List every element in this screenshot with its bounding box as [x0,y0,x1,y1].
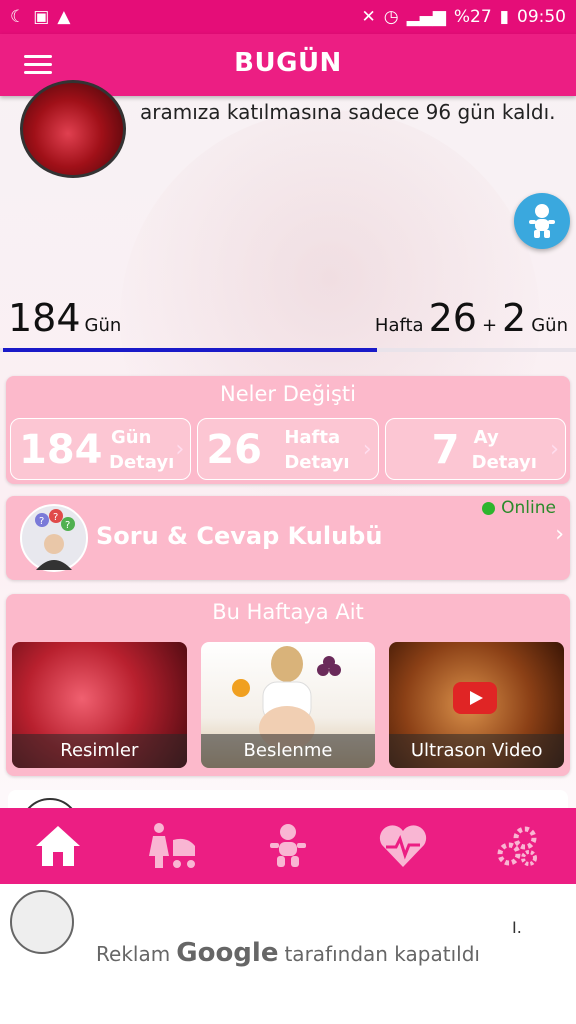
heart-pulse-icon [380,825,427,867]
extra-days-unit: Gün [531,315,568,336]
online-dot-icon [482,501,496,515]
clock: 09:50 [517,7,566,27]
chevron-right-icon: › [175,437,185,462]
plus-sign: + [481,315,498,336]
pregnancy-progress-bar [3,348,377,352]
detail-unit: Hafta [284,427,341,448]
detail-number: 184 [19,427,103,473]
fetus-image [20,80,126,178]
chevron-right-icon: › [555,522,564,547]
status-bar: ☾ ▣ ▲ ✕ ◷ ▂▄▆ %27 ▮ 09:50 [0,0,576,34]
day-counter: 184 Gün [8,296,121,340]
week-value: 26 [428,296,477,340]
page-title: BUGÜN [234,48,342,78]
moon-icon: ☾ [10,7,26,27]
detail-label: Detayı [284,452,350,473]
detail-number: 7 [431,427,460,473]
month-detail-button[interactable]: 7 Ay Detayı › [384,418,566,480]
detail-label: Detayı [471,452,537,473]
changes-card: Neler Değişti 184 Gün Detayı › 26 Hafta … [6,376,570,484]
ad-closed-text: Reklam Google tarafından kapatıldı [96,938,480,968]
bottom-navigation [0,808,576,884]
week-detail-button[interactable]: 26 Hafta Detayı › [197,418,379,480]
detail-unit: Ay [473,427,499,448]
baby-fab-button[interactable] [514,193,570,249]
baby-icon [269,824,306,867]
svg-text:?: ? [39,516,44,527]
battery-icon: ▮ [499,7,509,27]
week-section-title: Bu Haftaya Ait [212,600,364,624]
chevron-right-icon: › [550,437,559,462]
nav-home[interactable] [18,816,98,876]
week-counter: Hafta 26 + 2 Gün [375,296,568,340]
svg-text:?: ? [53,512,58,523]
mute-icon: ✕ [361,7,376,27]
chevron-right-icon: › [362,437,372,462]
days-value: 184 [8,296,81,340]
nav-baby[interactable] [248,816,328,876]
detail-number: 26 [206,427,262,473]
detail-unit: Gün [111,427,152,448]
tile-label: Resimler [12,734,187,768]
nav-mother[interactable] [133,816,213,876]
week-prefix: Hafta [374,315,424,336]
nutrition-tile[interactable]: Beslenme [200,642,376,768]
play-icon [453,682,498,714]
signal-icon: ▂▄▆ [406,7,446,27]
detail-label: Detayı [109,452,175,473]
warning-icon: ▲ [57,7,71,27]
day-detail-button[interactable]: 184 Gün Detayı › [10,418,192,480]
qa-title: Soru & Cevap Kulubü [96,522,383,550]
pictures-tile[interactable]: Resimler [12,642,187,768]
tile-label: Beslenme [200,734,376,768]
days-unit: Gün [84,315,122,336]
svg-text:?: ? [65,520,70,531]
this-week-card: Bu Haftaya Ait Resimler Beslenme Ultraso… [6,594,570,776]
home-icon [35,826,80,866]
online-status: Online [482,498,556,518]
google-logo: Google [176,938,279,968]
changes-title: Neler Değişti [220,382,356,406]
qa-club-card[interactable]: ? ? ? Soru & Cevap Kulubü Online › [6,496,570,580]
tile-label: Ultrason Video [389,734,565,768]
nav-settings[interactable] [478,816,558,876]
battery-percent: %27 [453,7,492,27]
baby-icon [529,204,555,238]
qa-avatar: ? ? ? [20,504,88,572]
roman-mark: I. [512,918,522,937]
alarm-icon: ◷ [383,7,399,27]
bag-icon: ▣ [33,7,50,27]
extra-days: 2 [502,296,527,340]
mother-stroller-icon [148,823,195,868]
ultrasound-video-tile[interactable]: Ultrason Video [389,642,565,768]
countdown-text: aramıza katılmasına sadece 96 gün kaldı. [140,100,556,124]
settings-gears-icon [497,826,538,866]
nav-health[interactable] [363,816,443,876]
